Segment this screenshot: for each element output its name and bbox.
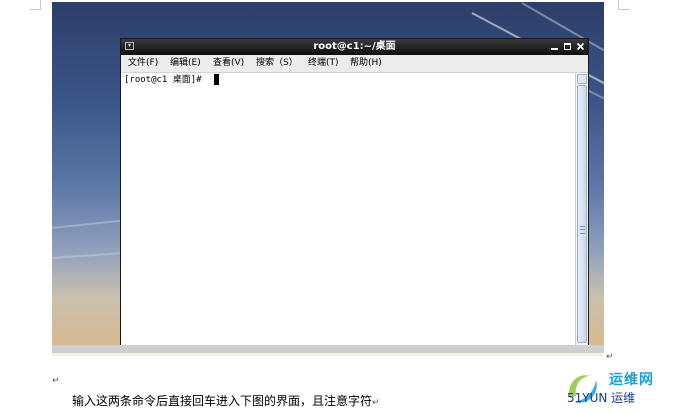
vertical-scrollbar[interactable]: [575, 73, 588, 345]
shell-prompt: [root@c1 桌面]#: [124, 75, 208, 85]
scroll-up-button[interactable]: [577, 74, 587, 84]
paragraph-mark: ↵: [52, 376, 60, 386]
scroll-grip-icon: [580, 226, 585, 234]
watermark-title: 运维网: [609, 372, 654, 388]
terminal-menu-bar: 文件(F) 编辑(E) 查看(V) 搜索（S） 终端(T) 帮助(H): [121, 55, 588, 73]
page-corner-mark: [30, 9, 41, 10]
page-corner-mark: [618, 9, 630, 10]
minimize-icon[interactable]: [549, 41, 560, 52]
close-icon[interactable]: [575, 41, 586, 52]
screenshot-bottom-strip: [52, 345, 604, 353]
menu-terminal[interactable]: 终端(T): [308, 57, 339, 70]
menu-view[interactable]: 查看(V): [213, 57, 244, 70]
caption-text: 输入这两条命令后直接回车进入下图的界面，且注意字符: [72, 394, 373, 408]
window-title: root@c1:~/桌面: [313, 41, 396, 52]
text-cursor: [214, 74, 219, 85]
terminal-title-bar[interactable]: ▾ root@c1:~/桌面: [121, 39, 588, 55]
menu-help[interactable]: 帮助(H): [350, 57, 382, 70]
wallpaper-streak: [52, 252, 122, 259]
terminal-output-area[interactable]: [root@c1 桌面]#: [121, 73, 575, 345]
paragraph-mark: ↵: [606, 352, 614, 362]
maximize-icon[interactable]: [562, 41, 573, 52]
menu-edit[interactable]: 编辑(E): [170, 57, 201, 70]
paragraph-mark: ↵: [372, 398, 380, 408]
menu-search[interactable]: 搜索（S）: [256, 57, 298, 70]
document-caption: 输入这两条命令后直接回车进入下图的界面，且注意字符↵: [72, 393, 380, 411]
screenshot-bottom-strip: [52, 353, 604, 356]
terminal-window[interactable]: ▾ root@c1:~/桌面 文件(F) 编辑(E) 查看(V) 搜索（S） 终…: [120, 38, 589, 345]
menu-file[interactable]: 文件(F): [128, 57, 158, 70]
scroll-thumb[interactable]: [577, 85, 587, 343]
watermark-subtitle: 51YUN 运维: [567, 391, 636, 405]
